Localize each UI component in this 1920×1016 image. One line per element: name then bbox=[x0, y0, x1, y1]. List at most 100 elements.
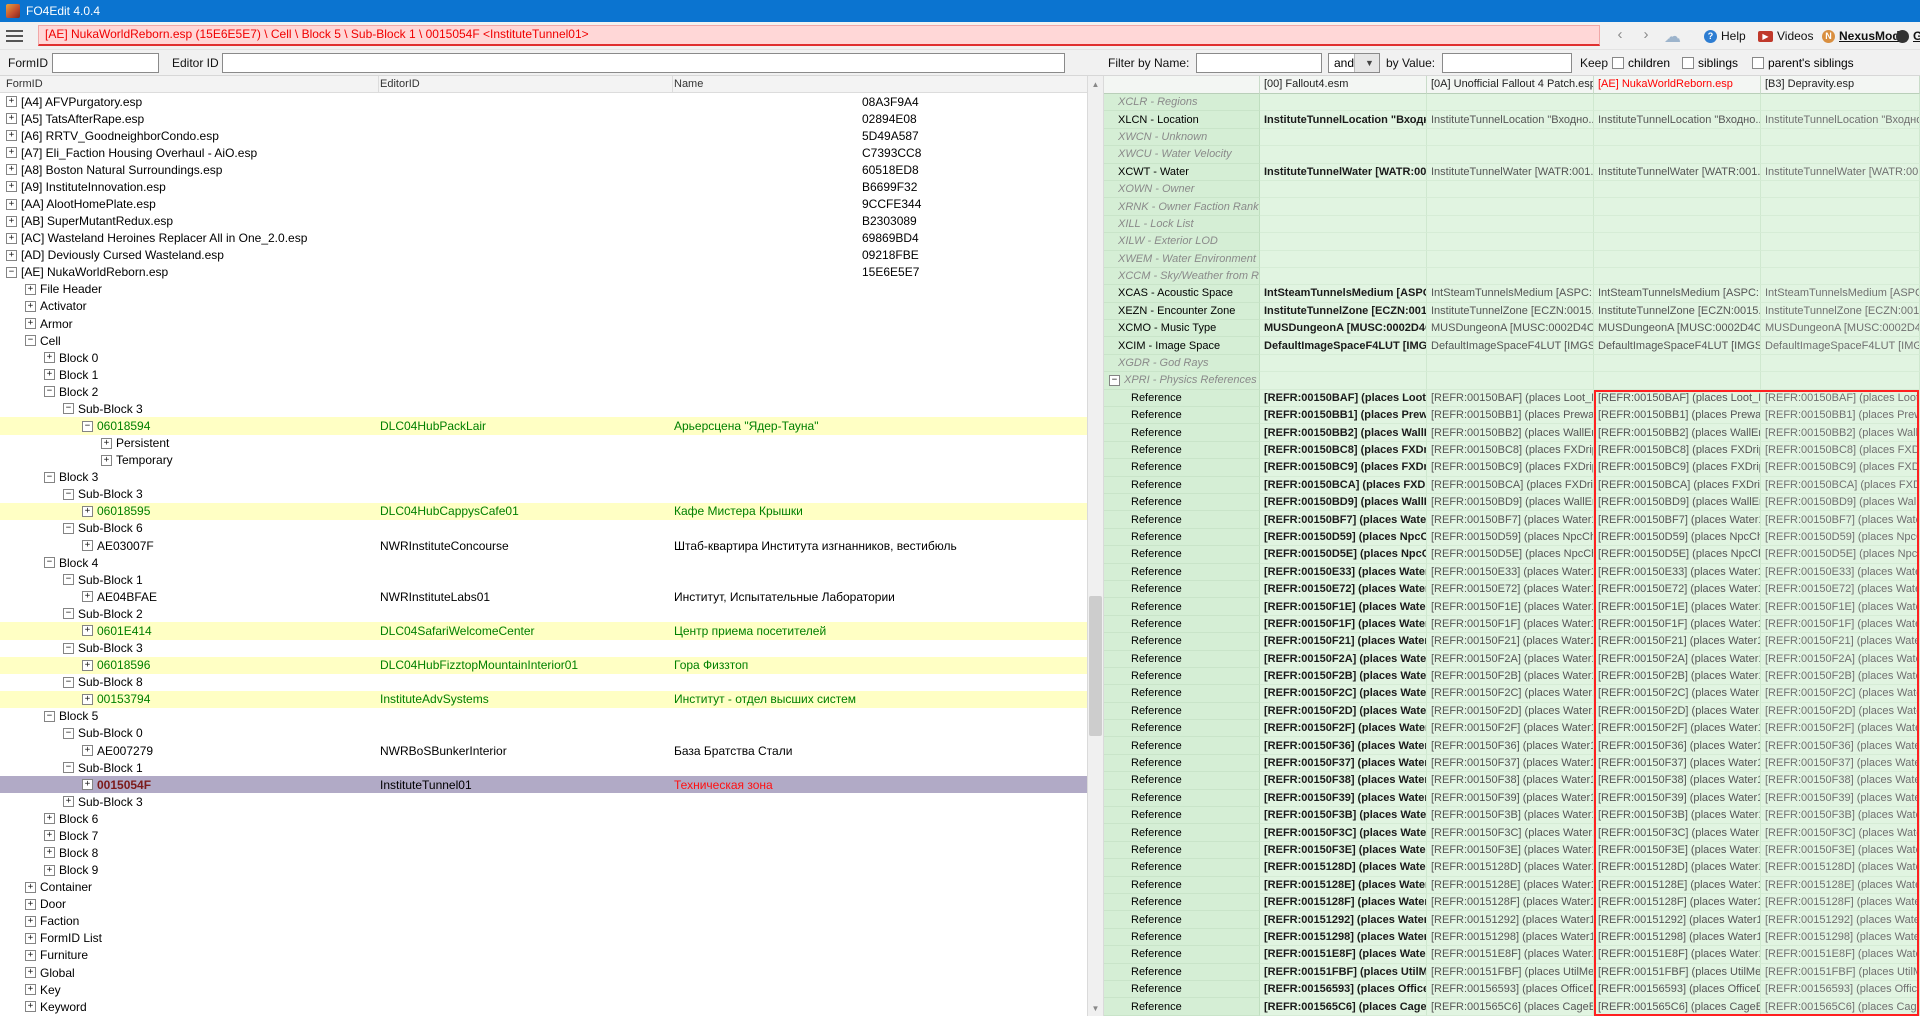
expander-icon[interactable]: − bbox=[25, 335, 36, 346]
nexusmods-link[interactable]: N NexusMods bbox=[1822, 26, 1906, 46]
grid-cell[interactable]: IntSteamTunnelsMedium [ASPC:... bbox=[1427, 285, 1594, 302]
grid-cell[interactable] bbox=[1260, 268, 1427, 285]
grid-row[interactable]: Reference[REFR:00150D5E] (places NpcCha.… bbox=[1104, 546, 1920, 563]
tree-row[interactable]: + [AD] Deviously Cursed Wasteland.esp 09… bbox=[0, 247, 1087, 264]
formid-filter-input[interactable] bbox=[52, 53, 159, 73]
grid-cell[interactable]: [REFR:00150F2A] (places Water10... bbox=[1761, 651, 1920, 668]
grid-cell[interactable]: [REFR:00150F2D] (places Water10... bbox=[1761, 703, 1920, 720]
grid-row[interactable]: Reference[REFR:0015128D] (places Water10… bbox=[1104, 859, 1920, 876]
grid-cell[interactable]: [REFR:00151292] (places Water10... bbox=[1427, 911, 1594, 928]
grid-row[interactable]: Reference[REFR:00150E72] (places Water10… bbox=[1104, 581, 1920, 598]
grid-cell[interactable]: [REFR:00150F3C] (places Water10... bbox=[1260, 824, 1427, 841]
tree-row[interactable]: + Furniture bbox=[0, 947, 1087, 964]
grid-cell[interactable]: [REFR:00150F39] (places Water10... bbox=[1761, 790, 1920, 807]
grid-cell[interactable]: [REFR:00150F2F] (places Water10... bbox=[1761, 720, 1920, 737]
checkbox-icon[interactable] bbox=[1612, 57, 1624, 69]
grid-cell[interactable]: [REFR:0015128F] (places Water10... bbox=[1594, 894, 1761, 911]
grid-cell[interactable]: [REFR:00150D5E] (places NpcCha... bbox=[1761, 546, 1920, 563]
tree-row[interactable]: + [A6] RRTV_GoodneighborCondo.esp 5D49A5… bbox=[0, 127, 1087, 144]
grid-cell[interactable]: IntSteamTunnelsMedium [ASPC:... bbox=[1761, 285, 1920, 302]
grid-cell[interactable]: IntSteamTunnelsMedium [ASPC:... bbox=[1594, 285, 1761, 302]
grid-cell[interactable]: [REFR:001565C6] (places CageBu... bbox=[1761, 998, 1920, 1015]
grid-cell[interactable]: [REFR:00150F3B] (places Water10... bbox=[1427, 807, 1594, 824]
tree-row[interactable]: − Sub-Block 6 bbox=[0, 520, 1087, 537]
tree-row[interactable]: + 06018596 DLC04HubFizztopMountainInteri… bbox=[0, 657, 1087, 674]
grid-cell[interactable]: MUSDungeonA [MUSC:0002D4C2] bbox=[1427, 320, 1594, 337]
keep-parents-siblings-checkbox[interactable]: parent's siblings bbox=[1752, 56, 1854, 70]
grid-cell[interactable] bbox=[1427, 355, 1594, 372]
grid-cell[interactable]: [REFR:00150E33] (places Water10... bbox=[1594, 564, 1761, 581]
column-divider[interactable] bbox=[378, 76, 379, 93]
grid-cell[interactable]: [REFR:00150BD9] (places WallEm... bbox=[1761, 494, 1920, 511]
expander-icon[interactable]: + bbox=[25, 933, 36, 944]
expander-icon[interactable]: + bbox=[25, 284, 36, 295]
grid-row[interactable]: Reference[REFR:00151298] (places Water10… bbox=[1104, 929, 1920, 946]
grid-row[interactable]: Reference[REFR:00150F2A] (places Water10… bbox=[1104, 651, 1920, 668]
expander-icon[interactable]: − bbox=[63, 489, 74, 500]
grid-cell[interactable] bbox=[1594, 251, 1761, 268]
grid-cell[interactable] bbox=[1594, 355, 1761, 372]
grid-cell[interactable]: [REFR:00150D5E] (places NpcCha... bbox=[1427, 546, 1594, 563]
grid-cell[interactable]: [REFR:0015128D] (places Water10... bbox=[1260, 859, 1427, 876]
expander-icon[interactable]: + bbox=[44, 813, 55, 824]
expander-icon[interactable]: + bbox=[25, 916, 36, 927]
grid-cell[interactable]: [REFR:00156593] (places OfficeD... bbox=[1761, 981, 1920, 998]
grid-cell[interactable]: [REFR:00150F2D] (places Water10... bbox=[1260, 703, 1427, 720]
grid-cell[interactable]: [REFR:00150F2C] (places Water10... bbox=[1427, 685, 1594, 702]
expander-icon[interactable]: − bbox=[1109, 375, 1120, 386]
expander-icon[interactable]: + bbox=[44, 847, 55, 858]
expander-icon[interactable]: + bbox=[44, 369, 55, 380]
tree-row[interactable]: + [A7] Eli_Faction Housing Overhaul - Ai… bbox=[0, 144, 1087, 161]
grid-cell[interactable]: [REFR:00150F39] (places Water10... bbox=[1260, 790, 1427, 807]
grid-cell[interactable] bbox=[1427, 94, 1594, 111]
grid-cell[interactable]: [REFR:0015128D] (places Water10... bbox=[1427, 859, 1594, 876]
grid-cell[interactable]: [REFR:00150F21] (places Water10... bbox=[1260, 633, 1427, 650]
grid-row[interactable]: XWEM - Water Environment ... bbox=[1104, 251, 1920, 268]
grid-cell[interactable] bbox=[1594, 94, 1761, 111]
nav-forward-button[interactable]: › bbox=[1634, 25, 1658, 46]
grid-row[interactable]: Reference[REFR:0015128E] (places Water10… bbox=[1104, 877, 1920, 894]
help-link[interactable]: ? Help bbox=[1704, 26, 1746, 46]
grid-cell[interactable]: [REFR:00150E33] (places Water10... bbox=[1761, 564, 1920, 581]
grid-cell[interactable]: [REFR:00150BCA] (places FXDrips... bbox=[1260, 477, 1427, 494]
expander-icon[interactable]: + bbox=[25, 318, 36, 329]
expander-icon[interactable]: + bbox=[63, 796, 74, 807]
grid-row[interactable]: XCCM - Sky/Weather from R... bbox=[1104, 268, 1920, 285]
grid-cell[interactable] bbox=[1260, 233, 1427, 250]
grid-row[interactable]: Reference[REFR:00150D59] (places NpcCha.… bbox=[1104, 529, 1920, 546]
expander-icon[interactable]: + bbox=[6, 250, 17, 261]
grid-cell[interactable]: [REFR:00150F21] (places Water10... bbox=[1594, 633, 1761, 650]
grid-column-header[interactable]: [B3] Depravity.esp bbox=[1761, 76, 1920, 94]
tree-row[interactable]: + FormID List bbox=[0, 930, 1087, 947]
grid-cell[interactable]: [REFR:00150BC9] (places FXDrips... bbox=[1427, 459, 1594, 476]
tree-column-name[interactable]: Name bbox=[674, 78, 703, 90]
grid-cell[interactable]: [REFR:00151FBF] (places UtilMet... bbox=[1260, 964, 1427, 981]
grid-cell[interactable]: InstituteTunnelZone [ECZN:0015... bbox=[1761, 303, 1920, 320]
grid-cell[interactable] bbox=[1594, 146, 1761, 163]
grid-row[interactable]: Reference[REFR:00150BB2] (places WallEm.… bbox=[1104, 424, 1920, 441]
grid-cell[interactable]: [REFR:00151292] (places Water10... bbox=[1260, 911, 1427, 928]
grid-cell[interactable] bbox=[1260, 146, 1427, 163]
grid-cell[interactable]: [REFR:00150F39] (places Water10... bbox=[1594, 790, 1761, 807]
grid-row[interactable]: XOWN - Owner bbox=[1104, 181, 1920, 198]
grid-row[interactable]: Reference[REFR:00150F1F] (places Water10… bbox=[1104, 616, 1920, 633]
grid-cell[interactable]: [REFR:00150F37] (places Water10... bbox=[1427, 755, 1594, 772]
expander-icon[interactable]: − bbox=[63, 728, 74, 739]
scrollbar-thumb[interactable] bbox=[1089, 596, 1102, 736]
grid-cell[interactable]: [REFR:00150F3E] (places Water10... bbox=[1260, 842, 1427, 859]
grid-row[interactable]: Reference[REFR:00150F38] (places Water10… bbox=[1104, 772, 1920, 789]
grid-cell[interactable] bbox=[1260, 216, 1427, 233]
grid-cell[interactable]: InstituteTunnelWater [WATR:001... bbox=[1594, 164, 1761, 181]
tree-row[interactable]: + Block 6 bbox=[0, 810, 1087, 827]
grid-cell[interactable]: MUSDungeonA [MUSC:0002D4C2] bbox=[1761, 320, 1920, 337]
grid-header-spacer[interactable] bbox=[1104, 76, 1260, 94]
grid-cell[interactable]: [REFR:00150BC8] (places FXDrips... bbox=[1427, 442, 1594, 459]
grid-cell[interactable]: [REFR:00150F2C] (places Water10... bbox=[1260, 685, 1427, 702]
grid-cell[interactable]: [REFR:00150D5E] (places NpcCha... bbox=[1260, 546, 1427, 563]
grid-cell[interactable]: [REFR:00150E33] (places Water10... bbox=[1427, 564, 1594, 581]
grid-cell[interactable]: [REFR:00150BF7] (places Water10... bbox=[1594, 511, 1761, 528]
grid-cell[interactable]: InstituteTunnelZone [ECZN:0015... bbox=[1427, 303, 1594, 320]
expander-icon[interactable]: − bbox=[63, 643, 74, 654]
grid-row[interactable]: XILW - Exterior LOD bbox=[1104, 233, 1920, 250]
expander-icon[interactable]: + bbox=[25, 301, 36, 312]
